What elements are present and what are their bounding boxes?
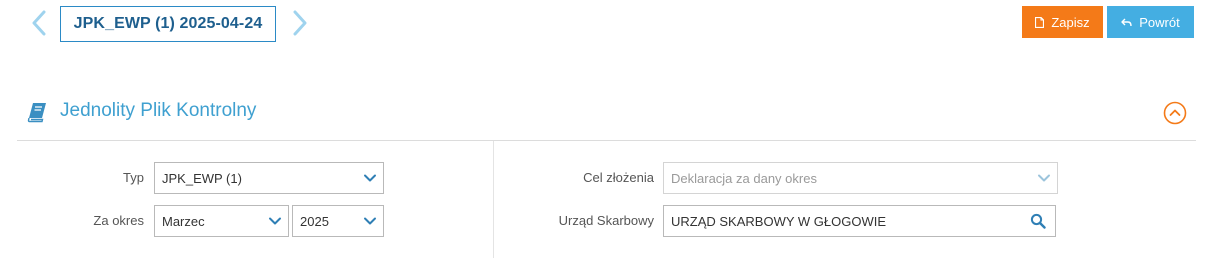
save-button-label: Zapisz	[1051, 14, 1090, 30]
chevron-down-icon	[364, 174, 376, 182]
year-select[interactable]: 2025	[292, 205, 384, 237]
purpose-select-value: Deklaracja za dany okres	[671, 170, 817, 186]
back-button[interactable]: Powrót	[1107, 6, 1194, 38]
previous-document-button[interactable]	[27, 8, 51, 38]
column-divider	[493, 141, 494, 258]
section-title: Jednolity Plik Kontrolny	[60, 100, 257, 121]
save-button[interactable]: Zapisz	[1022, 6, 1103, 38]
purpose-label: Cel złożenia	[583, 170, 654, 185]
purpose-select[interactable]: Deklaracja za dany okres	[663, 162, 1058, 194]
document-title: JPK_EWP (1) 2025-04-24	[60, 6, 276, 42]
type-select-value: JPK_EWP (1)	[162, 170, 242, 186]
month-select[interactable]: Marzec	[154, 205, 289, 237]
chevron-down-icon	[364, 217, 376, 225]
next-document-button[interactable]	[288, 8, 312, 38]
chevron-down-icon	[269, 217, 281, 225]
search-icon[interactable]	[1030, 213, 1046, 229]
tax-office-value: URZĄD SKARBOWY W GŁOGOWIE	[671, 213, 887, 229]
tax-office-label: Urząd Skarbowy	[558, 213, 654, 228]
tax-office-field[interactable]: URZĄD SKARBOWY W GŁOGOWIE	[663, 205, 1056, 237]
chevron-right-icon	[293, 10, 307, 36]
back-button-label: Powrót	[1139, 14, 1180, 30]
chevron-left-icon	[32, 10, 46, 36]
type-label: Typ	[123, 170, 144, 185]
book-icon	[27, 103, 46, 123]
type-select[interactable]: JPK_EWP (1)	[154, 162, 384, 194]
chevron-down-icon	[1038, 174, 1050, 182]
file-icon	[1035, 16, 1045, 28]
section-divider	[17, 140, 1196, 141]
month-select-value: Marzec	[162, 213, 205, 229]
period-label: Za okres	[93, 213, 144, 228]
year-select-value: 2025	[300, 213, 329, 229]
reply-arrow-icon	[1121, 18, 1132, 26]
chevron-up-circle-icon[interactable]	[1163, 101, 1187, 125]
